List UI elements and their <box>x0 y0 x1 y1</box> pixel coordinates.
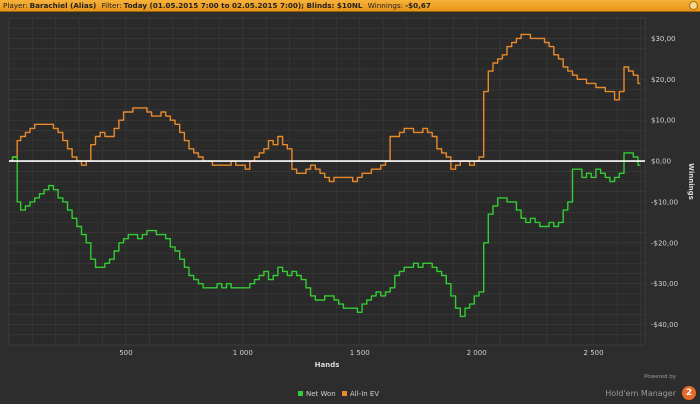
player-value: Barachiel (Alias) <box>29 1 97 10</box>
player-label: Player: <box>3 1 28 10</box>
y-tick-label: -$20,00 <box>651 239 678 247</box>
x-tick-label: 1 000 <box>233 349 253 357</box>
hem-logo-icon: 2 <box>682 386 696 400</box>
y-tick-label: $0,00 <box>651 158 671 166</box>
winnings-label: Winnings: <box>367 1 404 10</box>
x-tick-label: 1 500 <box>350 349 370 357</box>
filter-header-bar: Player: Barachiel (Alias) Filter: Today (0… <box>0 0 700 12</box>
y-axis-title: Winnings <box>687 163 695 200</box>
product-name: Hold'em Manager <box>605 389 676 398</box>
net-won-legend-label: Net Won <box>306 390 336 398</box>
winnings-value: -$0,67 <box>405 1 431 10</box>
powered-by-text: Powered by <box>644 374 676 380</box>
y-tick-label: -$10,00 <box>651 198 678 206</box>
y-tick-label: -$30,00 <box>651 280 678 288</box>
header-close-icon[interactable] <box>689 1 698 10</box>
x-tick-label: 500 <box>119 349 132 357</box>
filter-value: Today (01.05.2015 7:00 to 02.05.2015 7:0… <box>123 1 363 10</box>
y-tick-label: $10,00 <box>651 117 676 125</box>
x-axis-title: Hands <box>315 361 340 369</box>
all-in-ev-legend-label: All-In EV <box>350 390 379 398</box>
powered-by-brand: Powered by Hold'em Manager 2 <box>605 374 696 400</box>
x-tick-label: 2 500 <box>584 349 604 357</box>
winnings-chart: $30,00 $20,00 $10,00 $0,00 -$10,00 -$20,00 -$3… <box>8 17 695 398</box>
y-tick-label: $20,00 <box>651 76 676 84</box>
y-tick-label: -$40,00 <box>651 321 678 329</box>
y-tick-label: $30,00 <box>651 35 676 43</box>
all-in-ev-legend-swatch <box>342 391 347 396</box>
x-tick-label: 2 000 <box>467 349 487 357</box>
filter-label: Filter: <box>101 1 122 10</box>
net-won-legend-swatch <box>298 391 303 396</box>
